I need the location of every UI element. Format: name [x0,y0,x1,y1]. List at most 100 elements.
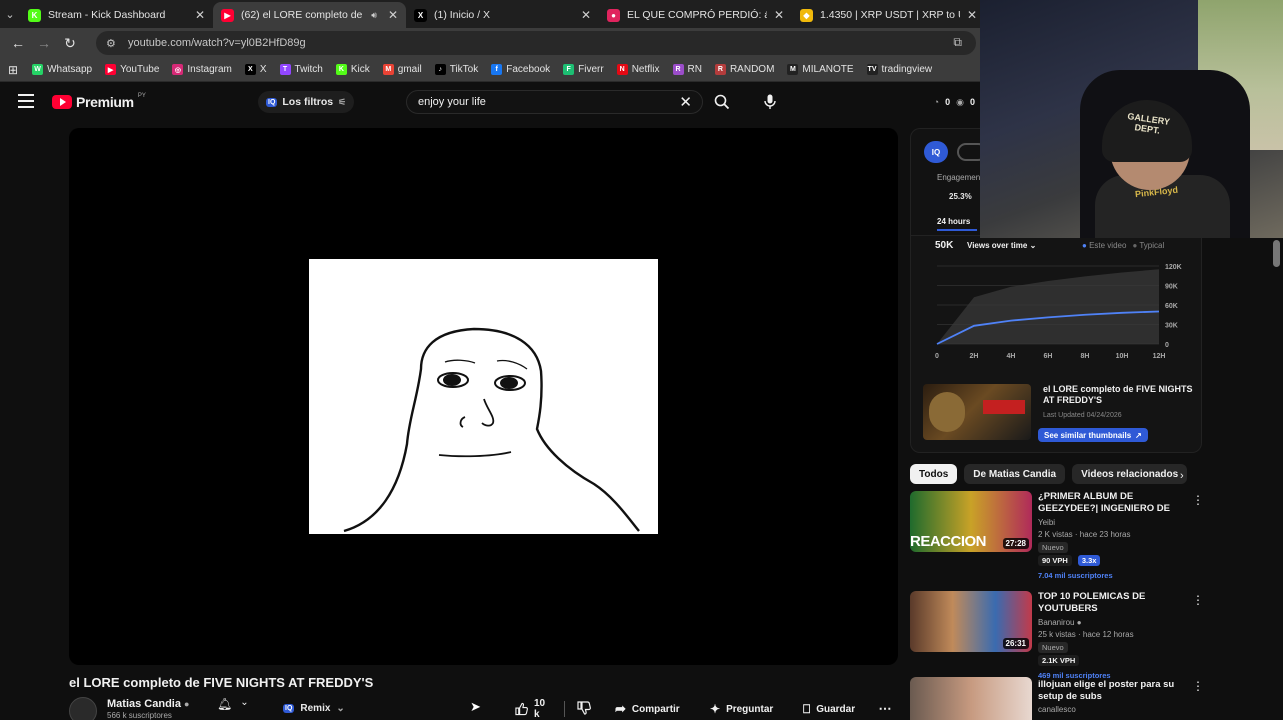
see-similar-thumbnails-button[interactable]: See similar thumbnails ↗ [1038,428,1148,442]
dislike-button[interactable] [577,700,591,718]
bookmark-label: tradingview [881,64,933,75]
bookmark-item[interactable]: N Netflix [616,64,660,75]
similar-thumbnail[interactable] [923,384,1031,440]
search-input[interactable]: enjoy your life ✕ [406,90,703,114]
youtube-logo[interactable]: Premium PY [52,93,146,110]
menu-icon[interactable] [18,94,34,112]
voice-search-button[interactable] [758,90,782,114]
filter-chip[interactable]: Videos relacionados [1072,464,1188,484]
forward-arrow-icon[interactable]: → [31,35,57,51]
cast-icon[interactable]: ⧉ [953,35,962,50]
search-button[interactable] [706,90,738,114]
chevron-right-icon[interactable]: › [1180,470,1184,482]
browser-tab[interactable]: K Stream - Kick Dashboard ✕ [20,2,213,28]
clock-icon: ◔ [933,97,940,107]
bookmark-item[interactable]: T Twitch [279,64,323,75]
bookmark-item[interactable]: M MILANOTE [787,64,854,75]
close-tab-icon[interactable]: ✕ [581,8,591,22]
subscriber-count: 7.04 mil suscriptores [1038,571,1113,580]
save-button[interactable]: ⎕ Guardar [791,697,864,720]
browser-tab[interactable]: ▶ (62) el LORE completo de FI 🔊︎ ✕ [213,2,406,28]
recommendation-item[interactable]: REACCION 27:28 ¿PRIMER ALBUM DE GEEZYDEE?|… [910,491,1204,580]
tab-favicon-icon: ◆ [800,8,813,22]
bookmark-item[interactable]: R RN [672,64,702,75]
bookmark-item[interactable]: R RANDOM [714,64,774,75]
notifications-button[interactable]: 🔔︎ ⌄ [217,697,249,711]
thumbnail-text: REACCION [910,533,987,550]
tab-favicon-icon: K [28,8,41,22]
more-vertical-icon[interactable]: ⋮ [1192,679,1204,693]
bookmark-item[interactable]: K Kick [335,64,370,75]
bookmark-item[interactable]: W Whatsapp [32,64,92,75]
channel-name[interactable]: Yeibi [1038,518,1055,527]
filter-chip[interactable]: De Matias Candia [964,464,1066,484]
filters-button[interactable]: IQ Los filtros ⚟ [258,91,355,113]
channel-name[interactable]: Bananirou ● [1038,618,1082,627]
remix-button[interactable]: IQ Remix ⌄ [275,698,353,718]
bookmark-item[interactable]: ◎ Instagram [172,64,232,75]
range-tab-24h[interactable]: 24 hours [937,217,970,226]
speaker-icon[interactable]: 🔊︎ [371,10,377,21]
browser-tab[interactable]: ● EL QUE COMPRÓ PERDIÓ: álbu ✕ [599,2,792,28]
video-thumbnail[interactable]: 26:31 [910,591,1032,652]
address-bar[interactable]: ⚙ youtube.com/watch?v=yl0B2HfD89g ⧉ [96,31,976,55]
channel-avatar[interactable] [69,697,97,720]
apps-grid-icon[interactable]: ⊞ [8,63,18,77]
video-player[interactable] [69,128,898,665]
more-horizontal-icon: ⋯ [878,701,892,716]
filter-chip[interactable]: Todos [910,464,958,484]
more-actions-button[interactable]: ⋯ [872,697,898,720]
recommendation-item[interactable]: 26:31 TOP 10 POLEMICAS DE YOUTUBERS Banani… [910,591,1204,680]
close-tab-icon[interactable]: ✕ [967,8,977,22]
video-thumbnail[interactable]: REACCION 27:28 [910,491,1032,552]
close-tab-icon[interactable]: ✕ [388,8,398,22]
bookmark-favicon-icon: R [672,64,684,75]
back-arrow-icon[interactable]: ← [5,35,31,51]
site-info-icon[interactable]: ⚙ [106,37,120,50]
engagement-value: 25.3% [949,192,972,201]
bookmark-label: Fiverr [578,64,604,75]
outlier-badge: 3.3x [1077,555,1101,566]
video-thumbnail[interactable] [910,677,1032,720]
iq-extension-button[interactable]: IQ [924,141,948,163]
close-tab-icon[interactable]: ✕ [774,8,784,22]
new-badge: Nuevo [1038,542,1068,553]
browser-tab[interactable]: X (1) Inicio / X ✕ [406,2,599,28]
tab-search-icon[interactable]: ⌄ [0,8,20,21]
bookmark-label: Facebook [506,64,551,75]
reload-icon[interactable]: ↻ [57,35,83,52]
bookmark-item[interactable]: F Fiverr [563,64,604,75]
like-button[interactable]: 10 k [515,698,552,720]
bookmark-label: Twitch [294,64,323,75]
recommendation-item[interactable]: illojuan elige el poster para su setup d… [910,677,1204,720]
sliders-icon: ⚟ [338,96,347,107]
bookmark-item[interactable]: Mgmail [382,64,422,75]
bookmark-favicon-icon: N [616,64,628,75]
header-stats: ◔ 0 ◉ 0 [933,97,975,107]
more-vertical-icon[interactable]: ⋮ [1192,493,1204,507]
share-button[interactable]: ➦ Compartir [603,697,693,720]
webcam-overlay: PinkFloyd GALLERY DEPT. [980,0,1283,238]
page-scrollbar[interactable] [1273,240,1280,267]
bookmark-label: Netflix [631,64,660,75]
microphone-icon [764,94,776,109]
close-tab-icon[interactable]: ✕ [195,8,205,22]
bookmark-item[interactable]: ♪ TikTok [434,64,478,75]
bookmark-item[interactable]: TV tradingview [866,64,933,75]
bookmark-item[interactable]: XX [244,64,267,75]
clear-search-icon[interactable]: ✕ [679,93,692,111]
bookmark-favicon-icon: K [335,64,347,75]
browser-tab[interactable]: ◆ 1.4350 | XRP USDT | XRP to USD ✕ [792,2,985,28]
video-title[interactable]: TOP 10 POLEMICAS DE YOUTUBERS [1038,591,1178,615]
more-vertical-icon[interactable]: ⋮ [1192,593,1204,607]
bookmark-item[interactable]: ▶ YouTube [105,64,159,75]
video-title[interactable]: illojuan elige el poster para su setup d… [1038,679,1178,703]
views-range-dropdown[interactable]: Views over time ⌄ [967,241,1036,250]
ask-button[interactable]: ✦ Preguntar [698,697,778,720]
video-title[interactable]: ¿PRIMER ALBUM DE GEEZYDEE?| INGENIERO DE… [1038,491,1178,515]
bookmark-item[interactable]: f Facebook [491,64,550,75]
y-tick-label: 30K [1165,323,1178,330]
x-tick-label: 8H [1081,353,1090,360]
channel-name[interactable]: canallesco [1038,705,1076,714]
channel-name[interactable]: Matias Candia ● [107,698,189,710]
